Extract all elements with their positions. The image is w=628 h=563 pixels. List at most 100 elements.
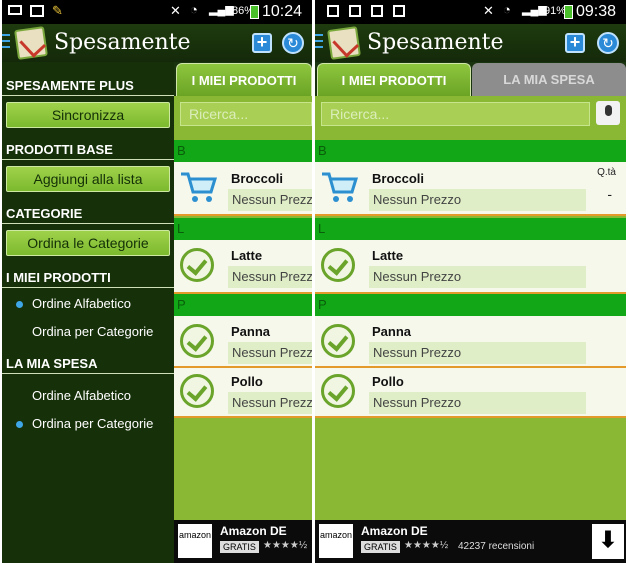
item-price: Nessun Prezzo [369, 342, 586, 364]
signal-icon: ▂▄▆ [209, 4, 234, 16]
drawer-section-categories: CATEGORIE [2, 206, 174, 224]
order-categories-button[interactable]: Ordina le Categorie [6, 230, 170, 256]
tab-bar: I MIEI PRODOTTI [174, 62, 312, 96]
search-input[interactable]: Ricerca... [180, 102, 312, 126]
amazon-logo: amazon [178, 524, 212, 558]
status-bar: ✎ ✕ ◔ ▂▄▆ 86% 10:24 [2, 0, 312, 24]
shopping-category-option[interactable]: Ordina per Categorie [2, 410, 174, 438]
item-price: Nessun Prezzo [228, 266, 312, 288]
notification-icon [349, 5, 361, 17]
navigation-drawer: SPESAMENTE PLUS Sincronizza PRODOTTI BAS… [2, 62, 174, 563]
amazon-logo: amazon [319, 524, 353, 558]
notification-icon [393, 5, 405, 17]
ad-rating-stars: ★★★★½ [404, 540, 449, 551]
ad-price-badge: GRATIS [220, 541, 259, 553]
list-item[interactable]: Panna Nessun Prezzo [315, 316, 626, 368]
item-price: Nessun Prezzo [369, 392, 586, 414]
app-title: Spesamente [54, 30, 191, 55]
item-name: Panna [231, 324, 271, 339]
selected-dot-icon [16, 301, 23, 308]
quantity-label: Q.tà [597, 167, 616, 178]
check-icon[interactable] [321, 324, 355, 358]
ad-title: Amazon DE [361, 524, 428, 538]
selected-dot-icon [16, 421, 23, 428]
notification-icon [371, 5, 383, 17]
battery-percent: 91% [543, 5, 566, 17]
add-button[interactable]: + [252, 33, 272, 53]
ad-title: Amazon DE [220, 524, 287, 538]
drawer-indicator-icon[interactable] [315, 34, 323, 50]
section-header: B [174, 140, 312, 162]
my-products-category-option[interactable]: Ordina per Categorie [2, 318, 174, 346]
notification-icon [327, 5, 339, 17]
battery-icon [250, 5, 259, 19]
shopping-alphabetic-option[interactable]: Ordine Alfabetico [2, 382, 174, 410]
item-name: Pollo [372, 374, 404, 389]
left-screen: ✎ ✕ ◔ ▂▄▆ 86% 10:24 Spesamente + ↻ SPESA… [2, 0, 312, 563]
check-icon[interactable] [180, 374, 214, 408]
mute-icon: ✕ [170, 3, 181, 18]
add-to-list-button[interactable]: Aggiungi alla lista [6, 166, 170, 192]
wifi-icon: ◔ [503, 2, 511, 17]
sync-button[interactable]: ↻ [282, 32, 304, 54]
product-list-panel: I MIEI PRODOTTI LA MIA SPESA Ricerca... … [315, 62, 626, 563]
check-icon[interactable] [321, 248, 355, 282]
section-header: B [315, 140, 626, 162]
microphone-icon[interactable] [596, 101, 620, 125]
section-header: L [315, 218, 626, 240]
app-bar: Spesamente + ↻ [315, 24, 626, 62]
app-bar: Spesamente + ↻ [2, 24, 312, 62]
tab-my-shopping[interactable]: LA MIA SPESA [472, 63, 626, 96]
quantity-value: - [607, 186, 612, 202]
drawer-indicator-icon[interactable] [2, 34, 10, 50]
item-name: Panna [372, 324, 412, 339]
download-icon[interactable]: ⬇ [592, 524, 624, 559]
sync-button[interactable]: ↻ [597, 32, 619, 54]
list-item[interactable]: Latte Nessun Prezzo [174, 240, 312, 294]
ad-banner[interactable]: amazon Amazon DE GRATIS ★★★★½ [174, 520, 312, 563]
option-label: Ordina per Categorie [32, 324, 154, 339]
add-button[interactable]: + [565, 33, 585, 53]
check-icon[interactable] [180, 248, 214, 282]
item-price: Nessun Prezzo [369, 189, 586, 211]
drawer-section-plus: SPESAMENTE PLUS [2, 78, 174, 96]
list-item[interactable]: Panna Nessun Prezzo [174, 316, 312, 368]
drawer-section-my-products: I MIEI PRODOTTI [2, 270, 174, 288]
app-logo-icon[interactable] [327, 26, 361, 60]
check-icon[interactable] [321, 374, 355, 408]
item-name: Latte [372, 248, 404, 263]
list-item[interactable]: Latte Nessun Prezzo [315, 240, 626, 294]
option-label: Ordine Alfabetico [32, 296, 132, 311]
drawer-section-my-shopping: LA MIA SPESA [2, 356, 174, 374]
item-price: Nessun Prezzo [228, 392, 312, 414]
tab-my-products[interactable]: I MIEI PRODOTTI [317, 63, 471, 96]
search-input[interactable]: Ricerca... [321, 102, 590, 126]
check-icon[interactable] [180, 324, 214, 358]
list-item[interactable]: Pollo Nessun Prezzo [174, 368, 312, 418]
broom-icon: ✎ [52, 3, 63, 18]
tab-my-products[interactable]: I MIEI PRODOTTI [176, 63, 312, 96]
product-list-panel: I MIEI PRODOTTI Ricerca... B Broccoli Ne… [174, 62, 312, 563]
image-icon [30, 5, 44, 17]
battery-icon [564, 5, 573, 19]
option-label: Ordina per Categorie [32, 416, 154, 431]
app-title: Spesamente [367, 30, 504, 55]
section-header: P [315, 294, 626, 316]
my-products-alphabetic-option[interactable]: Ordine Alfabetico [2, 290, 174, 318]
cart-icon [320, 170, 360, 204]
app-logo-icon[interactable] [14, 26, 48, 60]
item-name: Broccoli [231, 171, 284, 186]
clock: 09:38 [575, 3, 616, 20]
section-header: L [174, 218, 312, 240]
sync-now-button[interactable]: Sincronizza [6, 102, 170, 128]
ad-banner[interactable]: amazon Amazon DE GRATIS ★★★★½ 42237 rece… [315, 520, 626, 563]
list-item[interactable]: Broccoli Nessun Prezzo Q.tà - [315, 162, 626, 216]
option-label: Ordine Alfabetico [32, 388, 132, 403]
wifi-icon: ◔ [190, 2, 198, 17]
item-name: Pollo [231, 374, 263, 389]
status-bar: ✕ ◔ ▂▄▆ 91% 09:38 [315, 0, 626, 24]
ad-price-badge: GRATIS [361, 541, 400, 553]
section-header: P [174, 294, 312, 316]
list-item[interactable]: Broccoli Nessun Prezzo [174, 162, 312, 216]
list-item[interactable]: Pollo Nessun Prezzo [315, 368, 626, 418]
